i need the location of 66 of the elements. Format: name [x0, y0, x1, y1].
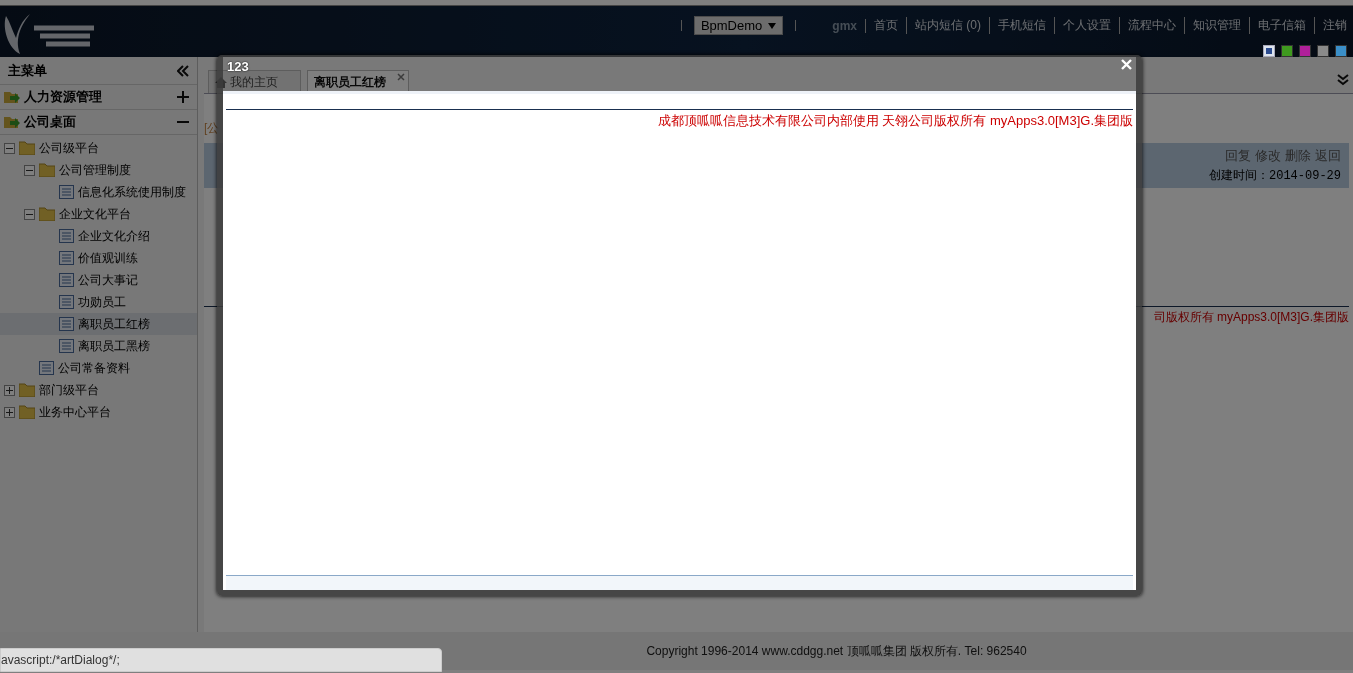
tree-item[interactable]: 公司大事记 — [0, 269, 197, 291]
header-link[interactable]: 注销 — [1315, 17, 1347, 34]
action-link[interactable]: 返回 — [1315, 147, 1341, 165]
folder-icon — [19, 405, 35, 419]
document-icon — [59, 339, 74, 353]
header-link[interactable]: 个人设置 — [1055, 17, 1120, 34]
collapse-icon[interactable] — [177, 64, 189, 77]
folder-icon — [39, 207, 55, 221]
app-select[interactable]: BpmDemo — [693, 16, 784, 35]
tree-item[interactable]: 信息化系统使用制度 — [0, 181, 197, 203]
tree-item[interactable]: 业务中心平台 — [0, 401, 197, 423]
document-icon — [39, 361, 54, 375]
expand-box-icon[interactable] — [4, 406, 15, 418]
tree-item[interactable]: 价值观训练 — [0, 247, 197, 269]
header-link[interactable]: 知识管理 — [1185, 17, 1250, 34]
header-link[interactable]: 站内短信 (0) — [907, 17, 990, 34]
document-icon — [59, 229, 74, 243]
menu-section[interactable]: 人力资源管理 — [0, 85, 197, 110]
tree-item[interactable]: 公司级平台 — [0, 137, 197, 159]
folder-arrow-icon — [4, 90, 20, 104]
action-link[interactable]: 修改 — [1255, 147, 1281, 165]
document-icon — [59, 317, 74, 331]
action-link[interactable]: 删除 — [1285, 147, 1311, 165]
document-icon — [59, 273, 74, 287]
header-link[interactable]: 流程中心 — [1120, 17, 1185, 34]
menu-section[interactable]: 公司桌面 — [0, 110, 197, 135]
tab[interactable]: 离职员工红榜 — [307, 70, 409, 93]
tree-item[interactable]: 企业文化平台 — [0, 203, 197, 225]
document-icon — [59, 295, 74, 309]
double-chevron-down-icon[interactable] — [1337, 74, 1349, 86]
breadcrumb: [公 — [204, 120, 220, 137]
folder-arrow-icon — [4, 115, 20, 129]
theme-swatch[interactable] — [1299, 45, 1311, 57]
home-icon — [215, 76, 227, 88]
tree-item[interactable]: 公司管理制度 — [0, 159, 197, 181]
header-link[interactable]: 电子信箱 — [1250, 17, 1315, 34]
action-link[interactable]: 回复 — [1225, 147, 1251, 165]
close-tab-icon[interactable] — [397, 73, 405, 81]
collapse-box-icon[interactable] — [24, 164, 35, 176]
theme-swatch[interactable] — [1281, 45, 1293, 57]
tree-item[interactable]: 企业文化介绍 — [0, 225, 197, 247]
tree-item[interactable]: 公司常备资料 — [0, 357, 197, 379]
user-name: gmx — [808, 18, 866, 33]
tree-item[interactable]: 部门级平台 — [0, 379, 197, 401]
status-bar-url: avascript:/*artDialog*/; — [0, 648, 442, 672]
theme-swatch[interactable] — [1317, 45, 1329, 57]
tree-item[interactable]: 离职员工黑榜 — [0, 335, 197, 357]
tree-item[interactable]: 功勋员工 — [0, 291, 197, 313]
dropdown-caret-icon — [768, 22, 777, 29]
folder-icon — [19, 383, 35, 397]
document-icon — [59, 251, 74, 265]
header-link[interactable]: 手机短信 — [990, 17, 1055, 34]
tree-item[interactable]: 离职员工红榜 — [0, 313, 197, 335]
expand-box-icon[interactable] — [4, 384, 15, 396]
created-time: 创建时间：2014-09-29 — [1209, 168, 1341, 184]
folder-icon — [19, 141, 35, 155]
folder-icon — [39, 163, 55, 177]
header-link[interactable]: 首页 — [866, 17, 907, 34]
close-icon[interactable] — [1121, 59, 1132, 70]
document-icon — [59, 185, 74, 199]
theme-swatch[interactable] — [1335, 45, 1347, 57]
copyright-notice: 成都顶呱呱信息技术有限公司内部使用 天翎公司版权所有 myApps3.0[M3]G.集团版 — [226, 109, 1133, 130]
theme-swatch[interactable] — [1263, 45, 1275, 57]
collapse-box-icon[interactable] — [24, 208, 35, 220]
menu-title: 主菜单 — [8, 61, 47, 80]
collapse-box-icon[interactable] — [4, 142, 15, 154]
